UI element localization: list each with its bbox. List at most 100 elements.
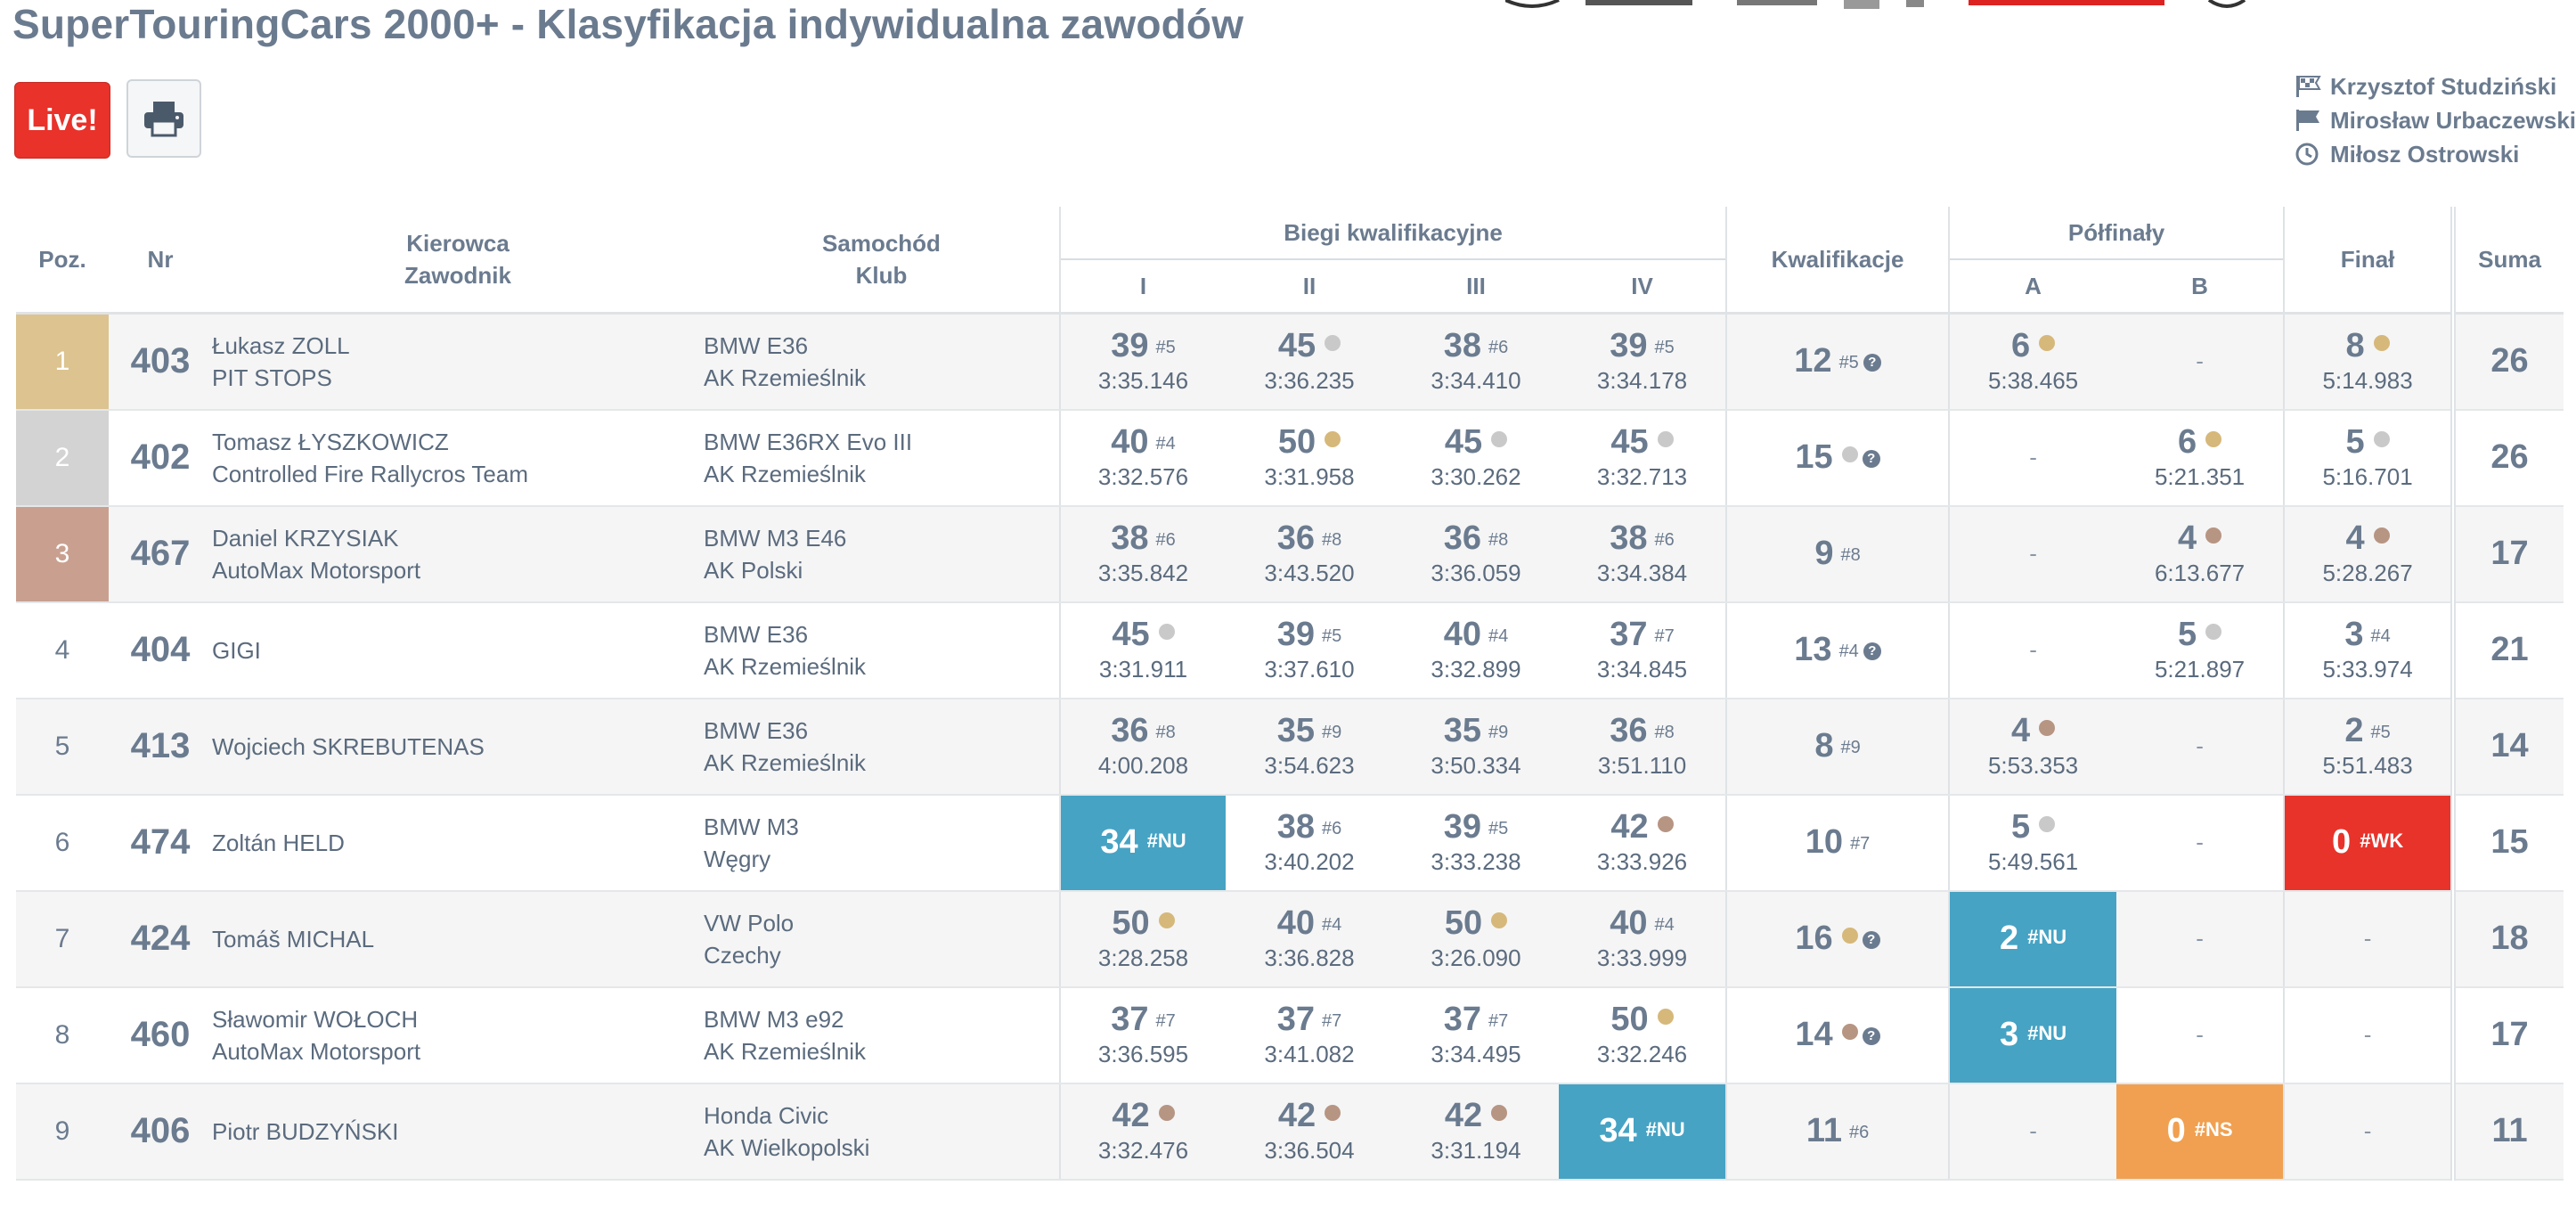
col-header-heat-3[interactable]: III <box>1393 258 1559 315</box>
heat-score: 45 <box>1559 423 1724 462</box>
final-score: 5 <box>2285 423 2450 462</box>
car-cell: BMW E36RX Evo III AK Rzemieślnik <box>704 409 1060 507</box>
table-row[interactable]: 4 404 GIGI BMW E36 AK Rzemieślnik 45 3:31.911 3… <box>16 601 2564 699</box>
official-item: Krzysztof Studziński <box>2295 69 2576 103</box>
driver-name[interactable]: Daniel KRZYSIAK <box>212 522 704 554</box>
col-header-nr[interactable]: Nr <box>109 207 212 315</box>
help-icon[interactable]: ? <box>1863 354 1881 372</box>
driver-name[interactable]: Piotr BUDZYŃSKI <box>212 1116 704 1148</box>
qualification-points: 11 <box>1806 1112 1842 1149</box>
table-row[interactable]: 5 413 Wojciech SKREBUTENAS BMW E36 AK Rzemie… <box>16 698 2564 796</box>
driver-name[interactable]: Tomáš MICHAL <box>212 923 704 955</box>
semi-a-cell: 5 5:49.561 <box>1949 794 2117 892</box>
heat-points: 37 <box>1443 1001 1482 1038</box>
heat-points: 36 <box>1443 519 1482 557</box>
col-header-semi-a[interactable]: A <box>1949 258 2117 315</box>
heat-score: 36 #8 <box>1062 712 1226 750</box>
driver-name[interactable]: Łukasz ZOLL <box>212 330 704 362</box>
heat-points: 42 <box>1610 808 1649 846</box>
heat-points: 34 <box>1599 1112 1637 1149</box>
silver-medal-icon <box>2039 816 2056 832</box>
heat-3-cell: 42 3:31.194 <box>1393 1083 1559 1181</box>
col-header-heat-1[interactable]: I <box>1059 258 1226 315</box>
car-model: BMW E36 <box>704 620 809 648</box>
heat-score: 38 #6 <box>1559 519 1724 558</box>
heat-score: 38 #6 <box>1393 327 1559 365</box>
official-name: Miłosz Ostrowski <box>2330 140 2520 168</box>
heat-3-cell: 50 3:26.090 <box>1393 890 1559 988</box>
col-header-heat-4[interactable]: IV <box>1559 258 1728 315</box>
col-header-sum[interactable]: Suma <box>2450 207 2564 315</box>
col-header-qual[interactable]: Kwalifikacje <box>1726 207 1951 315</box>
official-item: Miłosz Ostrowski <box>2295 137 2576 171</box>
semi-a-cell: - <box>1949 409 2117 507</box>
heat-4-cell: 39 #5 3:34.178 <box>1559 313 1728 411</box>
table-row[interactable]: 7 424 Tomáš MICHAL VW Polo Czechy 50 3:28.258 4… <box>16 890 2564 988</box>
heat-points: 40 <box>1111 423 1149 461</box>
heat-time: 3:54.623 <box>1264 752 1355 779</box>
table-row[interactable]: 3 467 Daniel KRZYSIAK AutoMax Motorsport BMW… <box>16 505 2564 603</box>
official-name: Mirosław Urbaczewski <box>2330 106 2576 134</box>
sum-cell: 26 <box>2450 409 2564 507</box>
col-header-semi-b[interactable]: B <box>2116 258 2286 315</box>
driver-name[interactable]: Tomasz ŁYSZKOWICZ <box>212 426 704 458</box>
heat-rank: #7 <box>1155 1011 1176 1031</box>
semi-a-cell: 2 #NU <box>1949 890 2117 988</box>
col-header-heats: Biegi kwalifikacyjne <box>1058 207 1728 259</box>
heat-time: 3:34.845 <box>1596 656 1688 683</box>
club-name: AK Wielkopolski <box>704 1133 870 1161</box>
heat-2-cell: 40 #4 3:36.828 <box>1226 890 1393 988</box>
live-button[interactable]: Live! <box>14 82 110 159</box>
position-cell: 7 <box>16 890 109 988</box>
semi-points: 4 <box>2010 712 2031 749</box>
help-icon[interactable]: ? <box>1862 931 1880 949</box>
driver-name[interactable]: Wojciech SKREBUTENAS <box>212 731 704 763</box>
help-icon[interactable]: ? <box>1863 642 1881 660</box>
final-dash: - <box>2363 1117 2372 1144</box>
col-header-car[interactable]: Samochód Klub <box>704 207 1060 315</box>
driver-name[interactable]: GIGI <box>212 634 704 666</box>
heat-rank: #6 <box>1654 530 1675 550</box>
team-name: PIT STOPS <box>212 364 332 391</box>
help-icon[interactable]: ? <box>1862 450 1880 468</box>
official-name: Krzysztof Studziński <box>2330 72 2557 100</box>
car-model: BMW M3 E46 <box>704 524 847 552</box>
qualification-rank: #9 <box>1840 738 1861 757</box>
heat-points: 39 <box>1276 616 1316 653</box>
heat-points: 38 <box>1111 519 1149 557</box>
heat-time: 3:31.911 <box>1098 656 1188 683</box>
table-row[interactable]: 2 402 Tomasz ŁYSZKOWICZ Controlled Fire Ral… <box>16 409 2564 507</box>
heat-time: 3:36.235 <box>1264 367 1355 395</box>
col-header-heat-2[interactable]: II <box>1226 258 1393 315</box>
car-model: BMW M3 e92 <box>704 1005 844 1033</box>
semi-status-code: #NU <box>2027 926 2067 948</box>
print-button[interactable] <box>126 79 201 158</box>
final-score: 3 #4 <box>2285 616 2450 654</box>
position-cell: 4 <box>16 601 109 699</box>
heat-time: 3:32.476 <box>1097 1137 1189 1164</box>
heat-rank: #5 <box>1322 626 1342 646</box>
bronze-medal-icon <box>1325 1105 1341 1121</box>
heat-score: 39 #5 <box>1062 327 1226 365</box>
col-header-final[interactable]: Finał <box>2284 207 2454 315</box>
table-row[interactable]: 9 406 Piotr BUDZYŃSKI Honda Civic AK Wielkop… <box>16 1083 2564 1181</box>
heat-time: 3:37.610 <box>1264 656 1355 683</box>
qualification-points: 15 <box>1795 438 1833 476</box>
heat-points: 45 <box>1112 616 1150 653</box>
heat-rank: #5 <box>1488 819 1509 838</box>
heat-3-cell: 45 3:30.262 <box>1393 409 1559 507</box>
col-header-pos[interactable]: Poz. <box>16 207 109 315</box>
bronze-medal-icon <box>1841 1024 1858 1040</box>
table-row[interactable]: 6 474 Zoltán HELD BMW M3 Węgry 34 #NU 38 #6 3:40.… <box>16 794 2564 892</box>
team-name: Controlled Fire Rallycros Team <box>212 460 528 487</box>
checkered-flag-icon <box>2296 76 2321 97</box>
driver-name[interactable]: Zoltán HELD <box>212 827 704 859</box>
table-row[interactable]: 8 460 Sławomir WOŁOCH AutoMax Motorsport BMW… <box>16 986 2564 1084</box>
heat-points: 40 <box>1610 904 1648 942</box>
table-row[interactable]: 1 403 Łukasz ZOLL PIT STOPS BMW E36 AK Rzemie… <box>16 313 2564 411</box>
help-icon[interactable]: ? <box>1862 1027 1880 1045</box>
col-header-driver[interactable]: Kierowca Zawodnik <box>212 207 704 315</box>
heat-points: 36 <box>1111 712 1149 749</box>
driver-name[interactable]: Sławomir WOŁOCH <box>212 1003 704 1035</box>
car-model: BMW E36RX Evo III <box>704 428 913 455</box>
